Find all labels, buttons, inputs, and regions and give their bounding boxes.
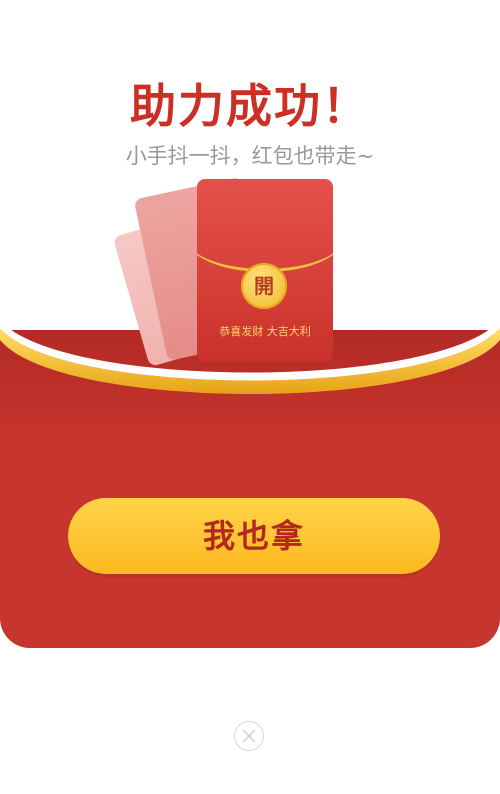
blessing-text: 恭喜发财 大吉大利 — [219, 325, 311, 338]
close-icon — [242, 729, 256, 743]
red-packet-front: 開 恭喜发财 大吉大利 — [197, 179, 333, 362]
help-success-popup: 助力成功！ 小手抖一抖，红包也带走~ 開 恭喜发财 大吉大利 我也拿 — [0, 0, 500, 648]
subtitle: 小手抖一抖，红包也带走~ — [125, 144, 375, 168]
open-coin-icon: 開 — [241, 263, 287, 309]
red-packet-flap — [197, 179, 333, 272]
page-title: 助力成功！ — [130, 79, 370, 133]
close-button[interactable] — [234, 721, 264, 751]
claim-button[interactable]: 我也拿 — [68, 498, 440, 574]
